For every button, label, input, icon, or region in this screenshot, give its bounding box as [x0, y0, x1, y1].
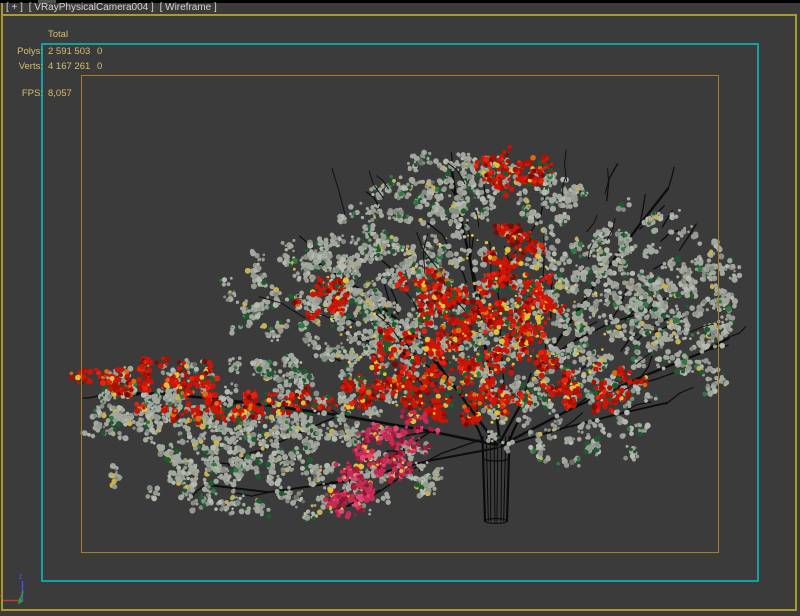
- stats-label: Polys:: [14, 46, 43, 57]
- safe-frame-title: [81, 75, 719, 553]
- active-viewport-border-left: [1, 3, 3, 611]
- stats-label: FPS:: [14, 88, 43, 99]
- viewport-window: [ + ] [ VRayPhysicalCamera004 ] [ Wirefr…: [0, 0, 800, 616]
- stats-value: 8,057: [48, 88, 97, 99]
- viewport-menu-shading[interactable]: [ Wireframe ]: [160, 2, 217, 13]
- active-viewport-border-top: [1, 14, 797, 16]
- viewport-label: [ + ] [ VRayPhysicalCamera004 ] [ Wirefr…: [6, 2, 220, 13]
- stats-extra: 0: [97, 61, 102, 72]
- stats-row-polys: Polys: 2 591 503 0: [14, 46, 102, 57]
- stats-value: 2 591 503: [48, 46, 97, 57]
- stats-row-verts: Verts: 4 167 261 0: [14, 61, 102, 72]
- viewport-menu-camera[interactable]: [ VRayPhysicalCamera004 ]: [29, 2, 154, 13]
- stats-label: Verts:: [14, 61, 43, 72]
- stats-header: Total: [48, 29, 68, 40]
- axis-x-label: x: [0, 591, 2, 600]
- stats-value: 4 167 261: [48, 61, 97, 72]
- world-axis-tripod: z x: [0, 568, 40, 614]
- stats-row-fps: FPS: 8,057: [14, 88, 97, 99]
- stats-extra: 0: [97, 46, 102, 57]
- active-viewport-border-bottom: [1, 609, 797, 611]
- axis-z-label: z: [19, 572, 23, 581]
- viewport-menu-pov[interactable]: [ + ]: [6, 2, 23, 13]
- active-viewport-border-right: [795, 14, 797, 611]
